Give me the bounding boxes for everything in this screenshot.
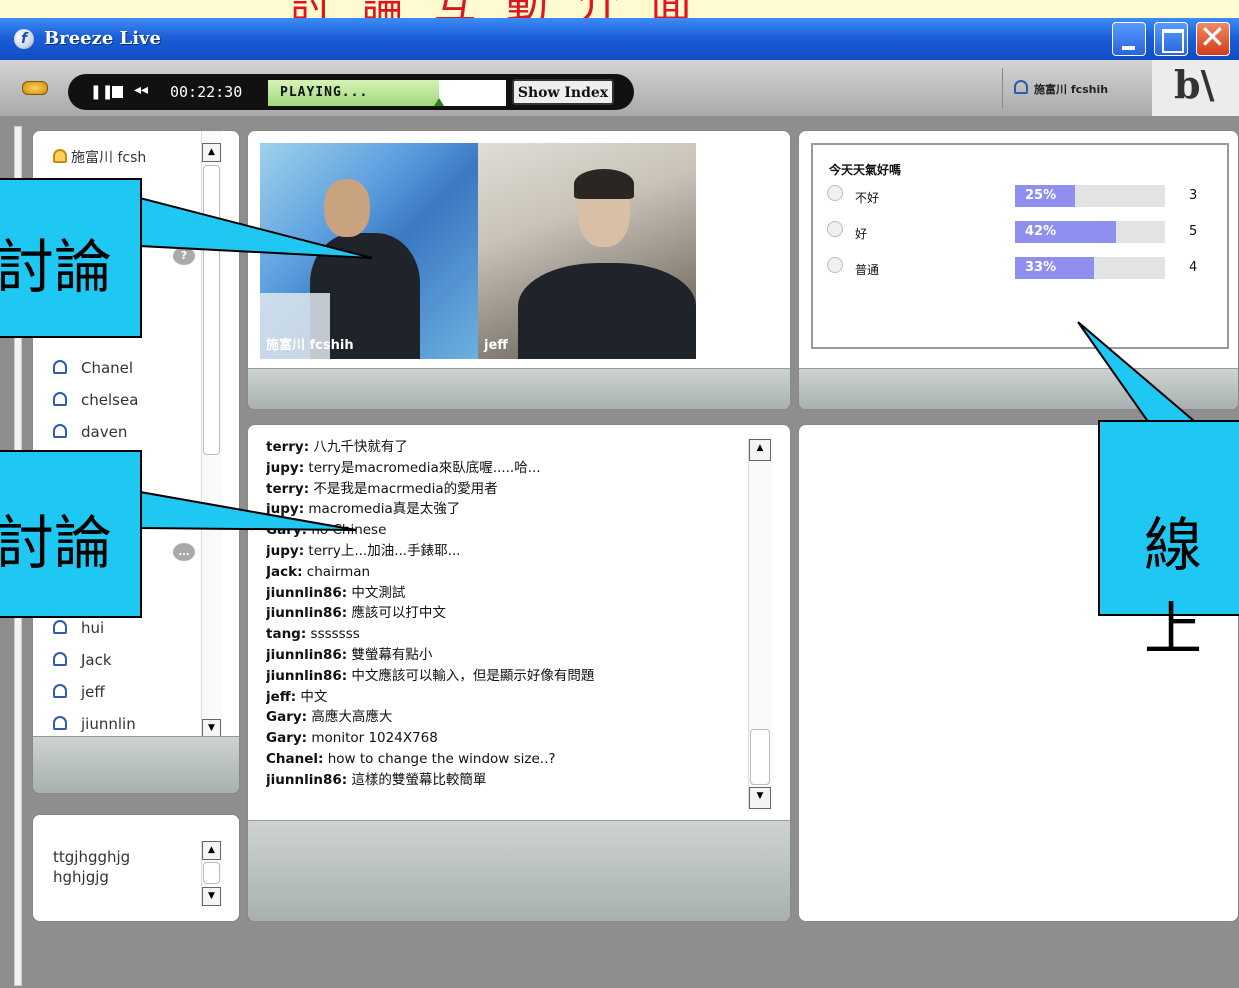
- callout-text-discussion: 討論: [0, 450, 142, 618]
- callout-pointer-video: [139, 196, 373, 259]
- callout-video-discussion: 討論: [0, 178, 142, 338]
- callout-pointers: [139, 196, 1231, 531]
- callout-text: 討論: [0, 233, 113, 301]
- callout-text: 線上: [1144, 511, 1203, 663]
- callout-text: 討論: [0, 509, 113, 577]
- callout-pointer-chat: [139, 490, 357, 531]
- callout-online-vote: 線上: [1098, 420, 1239, 663]
